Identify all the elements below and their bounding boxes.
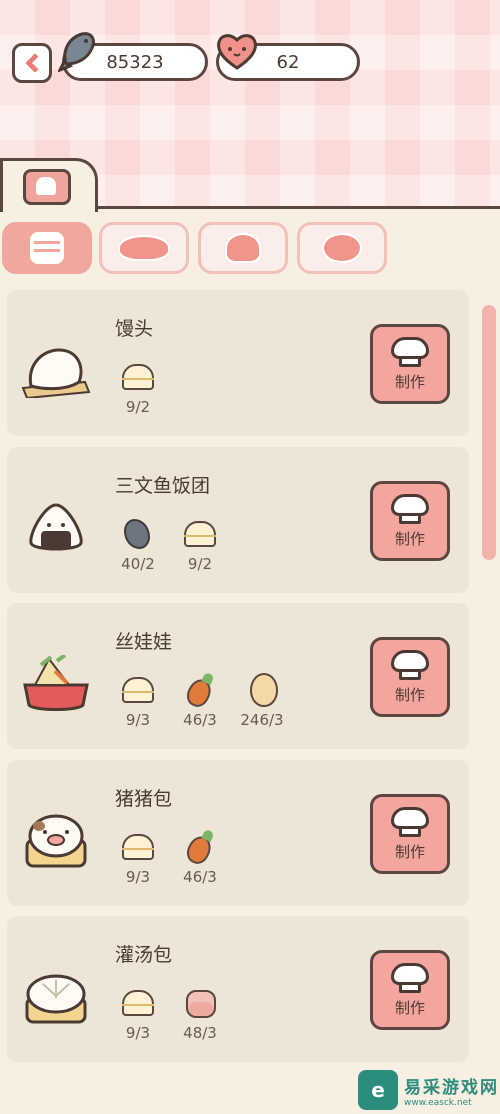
- tab-steamer[interactable]: [2, 222, 92, 274]
- ingredient: 9/3: [103, 828, 173, 886]
- make-button-label: 制作: [394, 529, 425, 548]
- chef-hat-icon: [391, 336, 429, 367]
- recipe-name: 馒头: [115, 318, 154, 340]
- ingredient-qty: 9/3: [125, 868, 151, 886]
- egg-icon: [242, 671, 282, 707]
- recipe-card: 丝娃娃 9/3 46/3 246/3 制作: [7, 603, 469, 749]
- make-button-label: 制作: [394, 372, 425, 391]
- recipe-card: 三文鱼饭团 40/2 9/2 制作: [7, 447, 469, 593]
- watermark: e 易采游戏网 www.easck.net: [358, 1066, 500, 1114]
- make-button-label: 制作: [394, 842, 425, 861]
- steamer-icon: [118, 358, 158, 394]
- onigiri-dish-icon: [29, 503, 83, 551]
- watermark-logo-icon: e: [358, 1070, 398, 1110]
- ingredient: 40/2: [103, 515, 173, 573]
- recipe-card: 灌汤包 9/3 48/3 制作: [7, 916, 469, 1062]
- siwawa-dish-icon: [23, 655, 89, 711]
- frying-pan-tab-icon: [322, 233, 362, 263]
- ingredient: 46/3: [165, 828, 235, 886]
- chef-hat-icon: [391, 649, 429, 680]
- cookbook-icon: [23, 169, 71, 205]
- category-tabs: [0, 222, 500, 276]
- recipe-card: 馒头 9/2 制作: [7, 290, 469, 436]
- scrollbar-thumb[interactable]: [482, 305, 496, 560]
- ingredient: 9/3: [103, 984, 173, 1042]
- recipe-card: 猪猪包 9/3 46/3 制作: [7, 760, 469, 906]
- make-button-label: 制作: [394, 685, 425, 704]
- chef-hat-icon: [391, 493, 429, 524]
- make-button[interactable]: 制作: [370, 324, 450, 404]
- ingredient-qty: 46/3: [183, 868, 217, 886]
- ingredient: 46/3: [165, 671, 235, 729]
- back-arrow-icon: [25, 53, 45, 73]
- carrot-icon: [180, 828, 220, 868]
- tab-cookbook[interactable]: [0, 158, 98, 212]
- piggy-bun-dish-icon: [25, 814, 87, 868]
- recipe-name: 灌汤包: [115, 944, 173, 966]
- make-button[interactable]: 制作: [370, 950, 450, 1030]
- ingredient: 246/3: [227, 671, 297, 729]
- heart-count: 62: [276, 51, 300, 73]
- heart-currency-icon: [217, 34, 257, 70]
- ingredient-qty: 9/3: [125, 711, 151, 729]
- make-button[interactable]: 制作: [370, 794, 450, 874]
- soup-dumpling-dish-icon: [25, 974, 87, 1024]
- tab-pot[interactable]: [198, 222, 288, 274]
- ingredient: 9/2: [165, 515, 235, 573]
- watermark-text: 易采游戏网 www.easck.net: [404, 1073, 499, 1108]
- make-button[interactable]: 制作: [370, 637, 450, 717]
- wok-tab-icon: [118, 235, 170, 261]
- watermark-title: 易采游戏网: [404, 1077, 499, 1098]
- fish-currency-icon: [58, 32, 96, 72]
- ingredient-qty: 9/3: [125, 1024, 151, 1042]
- ingredient: 48/3: [165, 984, 235, 1042]
- ingredient-qty: 40/2: [121, 555, 155, 573]
- steamer-icon: [118, 828, 158, 864]
- ingredient-qty: 9/2: [125, 398, 151, 416]
- make-button-label: 制作: [394, 998, 425, 1017]
- recipe-name: 猪猪包: [115, 788, 173, 810]
- steamer-icon: [180, 515, 220, 551]
- steamer-icon: [118, 671, 158, 707]
- ingredient-qty: 246/3: [240, 711, 284, 729]
- chef-hat-icon: [391, 962, 429, 993]
- ingredient: 9/3: [103, 671, 173, 729]
- steamer-tab-icon: [30, 232, 64, 264]
- back-button[interactable]: [12, 43, 52, 83]
- tab-frying-pan[interactable]: [297, 222, 387, 274]
- recipe-name: 三文鱼饭团: [115, 475, 211, 497]
- mantou-dish-icon: [21, 348, 91, 398]
- pot-tab-icon: [225, 233, 261, 263]
- recipe-name: 丝娃娃: [115, 631, 173, 653]
- coin-count: 85323: [106, 51, 164, 73]
- fish-icon: [118, 515, 158, 551]
- ingredient-qty: 46/3: [183, 711, 217, 729]
- tab-wok[interactable]: [99, 222, 189, 274]
- carrot-icon: [180, 671, 220, 711]
- watermark-url: www.easck.net: [404, 1097, 472, 1108]
- steamer-icon: [118, 984, 158, 1020]
- ingredient: 9/2: [103, 358, 173, 416]
- ingredient-qty: 48/3: [183, 1024, 217, 1042]
- chef-hat-icon: [391, 806, 429, 837]
- ingredient-qty: 9/2: [187, 555, 213, 573]
- macaron-icon: [180, 984, 220, 1020]
- make-button[interactable]: 制作: [370, 481, 450, 561]
